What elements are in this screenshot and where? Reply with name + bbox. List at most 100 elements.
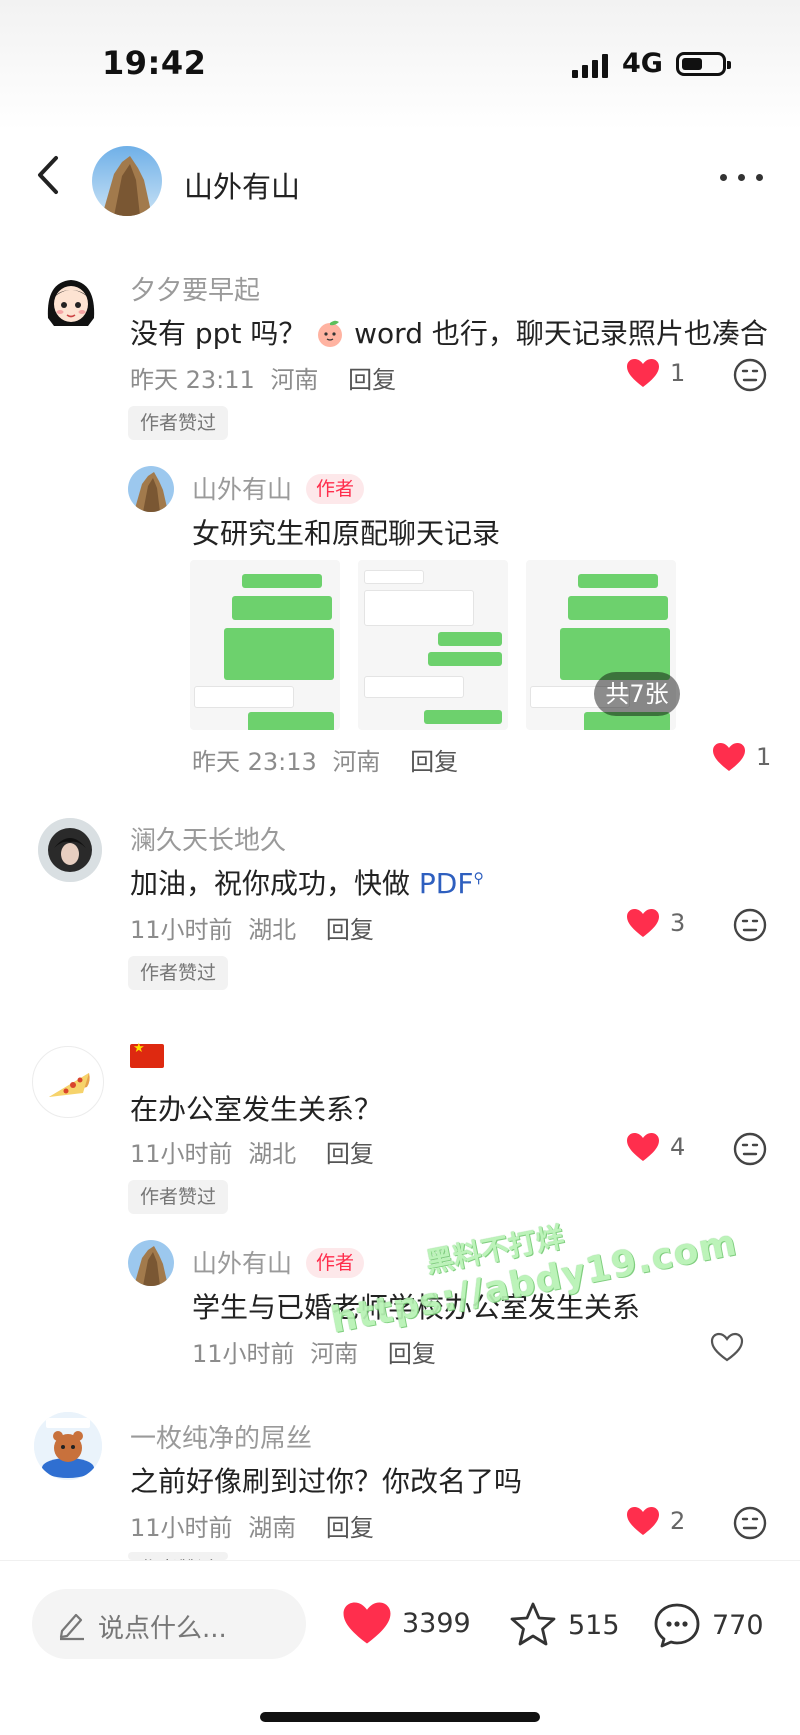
- image-count-badge[interactable]: 共7张: [594, 672, 680, 716]
- header-username[interactable]: 山外有山: [184, 164, 300, 206]
- comment-like-button[interactable]: 4: [626, 1132, 685, 1162]
- chat-bubble-icon: [654, 1603, 700, 1648]
- comment-time: 昨天 23:11: [130, 366, 255, 394]
- comment-text: 没有 ppt 吗？ word 也行，聊天记录照片也凑合: [130, 312, 768, 352]
- search-link-label: PDF: [418, 867, 474, 900]
- author-avatar[interactable]: [92, 146, 162, 216]
- comment-text: 在办公室发生关系？: [130, 1093, 383, 1126]
- reply-meta: 昨天 23:13 河南 回复: [192, 742, 458, 777]
- reply-time: 昨天 23:13: [192, 748, 317, 776]
- reply-button[interactable]: 回复: [388, 1340, 436, 1368]
- comment-input-placeholder: 说点什么...: [98, 1614, 227, 1644]
- comment-username[interactable]: 澜久天长地久: [130, 820, 286, 857]
- mountain-avatar-image: [92, 146, 162, 216]
- comment-text-part: 加油，祝你成功，快做: [130, 867, 411, 900]
- network-type: 4G: [622, 48, 663, 79]
- favorite-button[interactable]: 515: [508, 1601, 620, 1649]
- more-options-icon[interactable]: [718, 170, 764, 186]
- home-indicator: [260, 1712, 540, 1722]
- chat-screenshot-thumbnail[interactable]: [358, 560, 508, 730]
- dislike-face-icon[interactable]: [733, 1506, 767, 1540]
- commenter-avatar[interactable]: [34, 1412, 102, 1480]
- like-count: 3: [670, 909, 686, 937]
- reply-avatar[interactable]: [128, 1240, 174, 1286]
- reply-meta: 11小时前 河南 回复: [192, 1334, 436, 1369]
- reply-username[interactable]: 山外有山 作者: [192, 1244, 365, 1280]
- author-liked-badge: 作者赞过: [128, 1552, 229, 1560]
- reply-button[interactable]: 回复: [410, 748, 458, 776]
- heart-filled-icon: [343, 1602, 391, 1644]
- heart-filled-icon: [627, 359, 659, 387]
- reply-avatar[interactable]: [128, 466, 174, 512]
- comment-username[interactable]: 一枚纯净的屌丝: [130, 1418, 312, 1455]
- dislike-face-icon[interactable]: [733, 908, 767, 942]
- comment-time: 11小时前: [130, 916, 233, 944]
- reply-username[interactable]: 山外有山 作者: [192, 470, 365, 506]
- mountain-avatar-image: [128, 466, 174, 512]
- author-tag: 作者: [306, 1248, 365, 1278]
- comment-time: 11小时前: [130, 1514, 233, 1542]
- chat-screenshot-thumbnail[interactable]: [190, 560, 340, 730]
- china-flag-icon: [130, 1041, 164, 1068]
- comment-count: 770: [712, 1609, 764, 1641]
- heart-filled-icon: [627, 1507, 659, 1535]
- comment-text: 加油，祝你成功，快做 PDF⚲: [130, 862, 484, 902]
- commenter-avatar[interactable]: [32, 1046, 104, 1118]
- comment-text-part: word 也行，聊天记录照片也凑合: [354, 317, 768, 350]
- reply-text: 学生与已婚老师学校办公室发生关系: [192, 1291, 641, 1324]
- like-post-button[interactable]: 3399: [342, 1601, 471, 1645]
- comment-location: 湖北: [248, 916, 297, 944]
- bear-mascot-avatar-image: [34, 1412, 102, 1480]
- author-liked-badge: 作者赞过: [128, 406, 229, 440]
- heart-outline-icon[interactable]: [710, 1332, 744, 1362]
- reply-button[interactable]: 回复: [326, 916, 374, 944]
- comment-location: 湖南: [248, 1514, 297, 1542]
- heart-filled-icon: [627, 909, 659, 937]
- reply-button[interactable]: 回复: [326, 1140, 374, 1168]
- status-bar: 19:42 4G: [0, 0, 800, 130]
- status-time: 19:42: [102, 44, 207, 82]
- dislike-face-icon[interactable]: [733, 358, 767, 392]
- comment-text: 之前好像刷到过你？你改名了吗: [130, 1465, 523, 1498]
- pizza-avatar-image: [49, 1073, 90, 1097]
- reply-username-text: 山外有山: [192, 1249, 293, 1278]
- post-like-count: 3399: [402, 1607, 471, 1639]
- comment-username[interactable]: 夕夕要早起: [130, 270, 260, 307]
- comment-like-button[interactable]: 3: [626, 908, 685, 938]
- back-arrow-icon[interactable]: [30, 150, 70, 200]
- author-liked-badge: 作者赞过: [128, 1180, 229, 1214]
- reply-button[interactable]: 回复: [348, 366, 396, 394]
- overlay-image-counter: 4/18: [368, 134, 427, 164]
- like-count: 2: [670, 1507, 686, 1535]
- comment-like-button[interactable]: 1: [626, 358, 685, 388]
- heart-filled-icon: [713, 743, 745, 771]
- comment-input[interactable]: 说点什么...: [32, 1589, 306, 1659]
- comment-text-part: 没有 ppt 吗？: [130, 317, 307, 350]
- comment-location: 河南: [270, 366, 319, 394]
- like-count: 1: [670, 359, 686, 387]
- like-count: 1: [756, 743, 772, 771]
- search-link[interactable]: PDF⚲: [419, 867, 484, 900]
- battery-icon: [676, 52, 731, 76]
- reply-location: 河南: [332, 748, 381, 776]
- reply-like-button[interactable]: 1: [712, 742, 771, 772]
- bottom-action-bar: 说点什么... 3399 515 770: [0, 1560, 800, 1735]
- watermark-line1: 黑料不打烊: [423, 1220, 567, 1280]
- comments-button[interactable]: 770: [652, 1601, 764, 1649]
- reply-time: 11小时前: [192, 1340, 295, 1368]
- dark-portrait-avatar-image: [38, 818, 102, 882]
- reply-username-text: 山外有山: [192, 475, 293, 504]
- commenter-avatar[interactable]: [38, 818, 102, 882]
- comment-meta: 11小时前 湖北 回复: [130, 1134, 374, 1169]
- commenter-avatar[interactable]: [38, 268, 104, 334]
- reply-button[interactable]: 回复: [326, 1514, 374, 1542]
- comment-location: 湖北: [248, 1140, 297, 1168]
- comment-meta: 11小时前 湖南 回复: [130, 1508, 374, 1543]
- top-navigation: ✕ 4/18 山外有山: [0, 130, 800, 230]
- heart-filled-icon: [627, 1133, 659, 1161]
- comment-meta: 昨天 23:11 河南 回复: [130, 360, 396, 395]
- reply-text: 女研究生和原配聊天记录: [192, 517, 501, 550]
- comment-like-button[interactable]: 2: [626, 1506, 685, 1536]
- author-tag: 作者: [306, 474, 365, 504]
- dislike-face-icon[interactable]: [733, 1132, 767, 1166]
